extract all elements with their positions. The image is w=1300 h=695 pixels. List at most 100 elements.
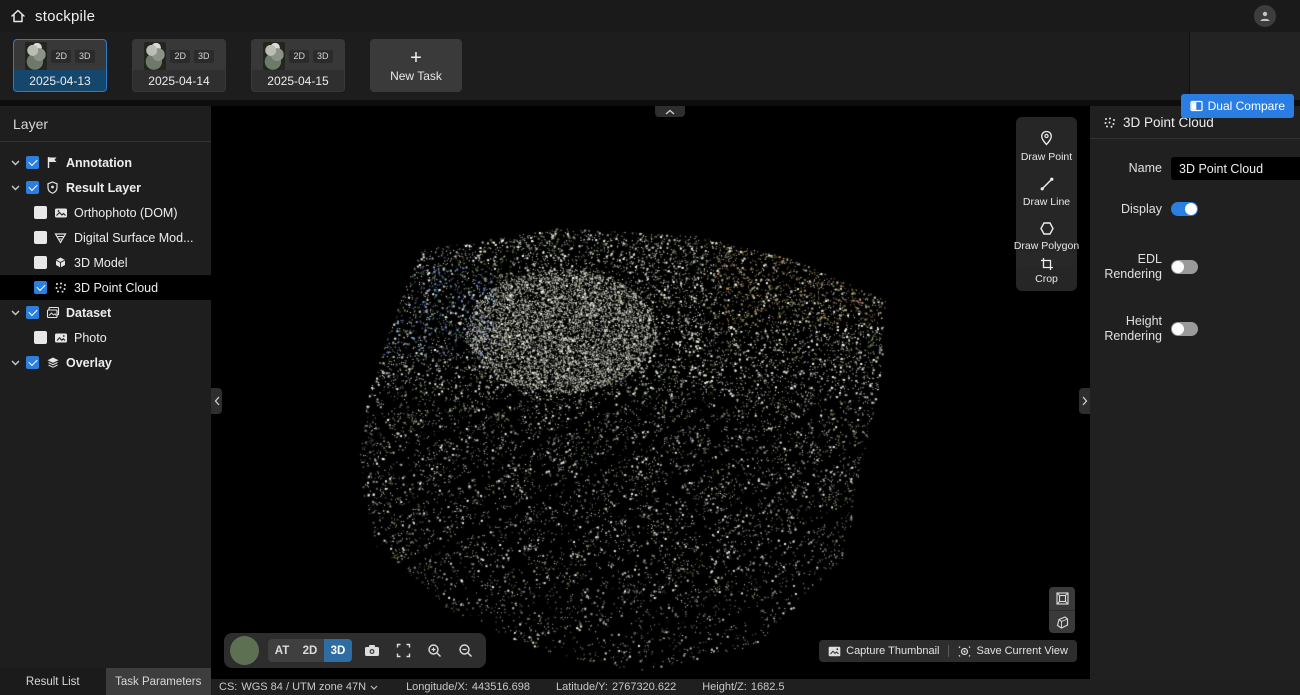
layer-label: Annotation <box>66 156 132 170</box>
task-card-2025-04-14[interactable]: 2D 3D 2025-04-14 <box>132 39 226 92</box>
fit-view-icon <box>396 643 411 658</box>
tree-row-dataset[interactable]: Dataset <box>0 300 211 325</box>
orthophoto-icon <box>53 205 68 220</box>
edl-field-row: EDL Rendering <box>1102 252 1300 281</box>
draw-point-button[interactable]: Draw Point <box>1016 125 1077 171</box>
view-mode-switcher: AT 2D 3D <box>268 639 352 662</box>
save-current-view-button[interactable]: Save Current View <box>958 645 1068 658</box>
task-thumbnail <box>144 42 166 70</box>
viewport-3d: Draw Point Draw Line Draw Polygon <box>211 106 1090 679</box>
collapse-left-handle[interactable] <box>211 388 222 414</box>
right-region: Draw Point Draw Line Draw Polygon <box>211 106 1300 695</box>
layer-label: Dataset <box>66 306 111 320</box>
chevron-down-icon <box>370 685 378 690</box>
collapse-right-handle[interactable] <box>1079 388 1090 414</box>
checkbox-result-layer[interactable] <box>26 181 39 194</box>
checkbox-dataset[interactable] <box>26 306 39 319</box>
dual-compare-button[interactable]: Dual Compare <box>1181 94 1294 118</box>
display-toggle[interactable] <box>1171 202 1198 216</box>
app-title: stockpile <box>35 8 95 25</box>
coordinate-system-selector[interactable]: CS: WGS 84 / UTM zone 47N <box>219 681 378 693</box>
zoom-in-button[interactable] <box>423 640 445 662</box>
checkbox-3d-point-cloud[interactable] <box>34 281 47 294</box>
taskbar-right-section <box>1189 32 1300 100</box>
tree-row-orthophoto[interactable]: Orthophoto (DOM) <box>0 200 211 225</box>
height-field-row: Height Rendering <box>1102 314 1300 343</box>
bottom-tabs: Result List Task Parameters <box>0 668 211 695</box>
point-cloud-canvas[interactable] <box>211 106 1090 679</box>
zoom-out-button[interactable] <box>454 640 476 662</box>
view-cube-buttons <box>1049 587 1075 633</box>
user-avatar[interactable] <box>1254 5 1276 27</box>
capture-thumbnail-icon <box>828 646 841 657</box>
task-list: 2D 3D 2025-04-13 2D 3D 2025-04-14 2D 3D <box>0 32 1189 100</box>
dsm-icon <box>53 230 68 245</box>
tree-row-overlay[interactable]: Overlay <box>0 350 211 375</box>
point-cloud-icon <box>1103 116 1116 129</box>
chevron-down-icon[interactable] <box>10 308 20 318</box>
cs-label: CS: <box>219 681 237 693</box>
task-card-2025-04-15[interactable]: 2D 3D 2025-04-15 <box>251 39 345 92</box>
mode-2d-button[interactable]: 2D <box>296 639 324 662</box>
side-view-cube-button[interactable] <box>1049 610 1075 633</box>
new-task-button[interactable]: + New Task <box>370 39 462 92</box>
crop-label: Crop <box>1035 273 1058 285</box>
badge-2d: 2D <box>289 50 309 63</box>
minimap-thumbnail[interactable] <box>230 636 259 665</box>
collapse-top-handle[interactable] <box>655 106 685 117</box>
draw-polygon-icon <box>1039 221 1055 236</box>
height-rendering-toggle[interactable] <box>1171 322 1198 336</box>
dataset-icon <box>45 305 60 320</box>
badge-2d: 2D <box>170 50 190 63</box>
badge-3d: 3D <box>313 50 333 63</box>
tree-row-photo[interactable]: Photo <box>0 325 211 350</box>
name-input[interactable] <box>1171 157 1300 180</box>
checkbox-dsm[interactable] <box>34 231 47 244</box>
zoom-in-icon <box>427 643 442 658</box>
layer-panel-title: Layer <box>0 106 211 142</box>
dual-compare-icon <box>1190 100 1203 112</box>
tree-row-annotation[interactable]: Annotation <box>0 150 211 175</box>
capture-bar: Capture Thumbnail Save Current View <box>819 640 1077 662</box>
flag-icon <box>45 155 60 170</box>
tree-row-3d-point-cloud[interactable]: 3D Point Cloud <box>0 275 211 300</box>
zoom-out-icon <box>458 643 473 658</box>
tree-row-dsm[interactable]: Digital Surface Mod... <box>0 225 211 250</box>
home-icon[interactable] <box>10 8 26 24</box>
capture-thumbnail-button[interactable]: Capture Thumbnail <box>828 645 939 657</box>
checkbox-photo[interactable] <box>34 331 47 344</box>
mode-at-button[interactable]: AT <box>268 639 296 662</box>
chevron-down-icon[interactable] <box>10 183 20 193</box>
draw-point-label: Draw Point <box>1021 151 1072 163</box>
draw-line-button[interactable]: Draw Line <box>1016 171 1077 216</box>
checkbox-orthophoto[interactable] <box>34 206 47 219</box>
crop-button[interactable]: Crop <box>1016 252 1077 291</box>
chevron-down-icon[interactable] <box>10 358 20 368</box>
viewport-toolbar: AT 2D 3D <box>224 633 486 668</box>
task-card-top: 2D 3D <box>14 40 106 70</box>
task-date: 2025-04-14 <box>133 70 225 91</box>
fit-view-button[interactable] <box>392 640 414 662</box>
top-view-cube-button[interactable] <box>1049 587 1075 610</box>
tab-result-list[interactable]: Result List <box>0 668 106 695</box>
tree-row-3d-model[interactable]: 3D Model <box>0 250 211 275</box>
task-card-2025-04-13[interactable]: 2D 3D 2025-04-13 <box>13 39 107 92</box>
camera-icon <box>364 644 380 657</box>
result-layer-icon <box>45 180 60 195</box>
capture-thumbnail-label: Capture Thumbnail <box>846 645 939 657</box>
mode-3d-button[interactable]: 3D <box>324 639 352 662</box>
checkbox-annotation[interactable] <box>26 156 39 169</box>
edl-rendering-toggle[interactable] <box>1171 260 1198 274</box>
screenshot-button[interactable] <box>361 640 383 662</box>
tab-task-parameters[interactable]: Task Parameters <box>106 668 212 695</box>
chevron-down-icon[interactable] <box>10 158 20 168</box>
save-current-view-label: Save Current View <box>976 645 1068 657</box>
checkbox-3d-model[interactable] <box>34 256 47 269</box>
status-bar: CS: WGS 84 / UTM zone 47N Longitude/X: 4… <box>211 679 1300 695</box>
task-bar: 2D 3D 2025-04-13 2D 3D 2025-04-14 2D 3D <box>0 32 1300 106</box>
checkbox-overlay[interactable] <box>26 356 39 369</box>
draw-point-icon <box>1039 130 1054 147</box>
tree-row-result-layer[interactable]: Result Layer <box>0 175 211 200</box>
display-label: Display <box>1102 202 1162 216</box>
task-thumbnail <box>25 42 47 70</box>
